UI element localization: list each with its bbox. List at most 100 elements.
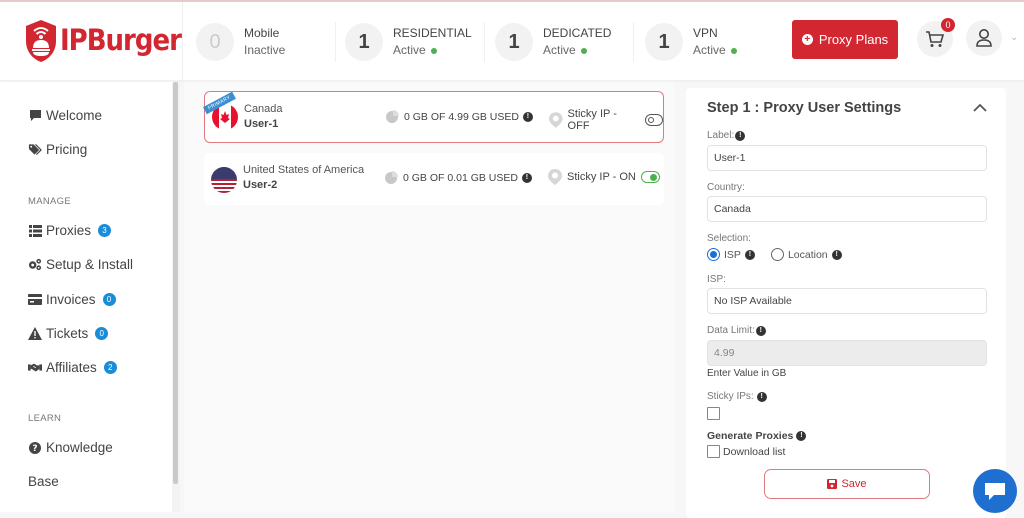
sidebar-item-label: Proxies — [46, 223, 92, 238]
isp-input[interactable] — [707, 288, 987, 314]
sidebar-item-tickets[interactable]: Tickets 0 — [28, 326, 109, 341]
sticky-ip-text: Sticky IP - ON — [567, 171, 636, 183]
stat-divider — [335, 22, 336, 62]
data-limit-text: Data Limit: — [707, 325, 755, 336]
info-icon[interactable]: ! — [521, 172, 532, 183]
proxy-row-user-2[interactable]: United States of America User-2 0 GB OF … — [204, 153, 664, 205]
info-icon[interactable]: ! — [831, 249, 842, 260]
stat-status: Inactive — [244, 42, 285, 59]
save-button[interactable]: Save — [764, 469, 930, 499]
sidebar-item-welcome[interactable]: Welcome — [28, 108, 102, 123]
row-user: User-1 — [244, 118, 279, 130]
data-limit-field-label: Data Limit:! — [707, 325, 766, 336]
comment-icon — [28, 109, 42, 123]
label-input[interactable] — [707, 145, 987, 171]
stat-status-text: Active — [693, 43, 726, 57]
stat-vpn: 1 VPN Active — [645, 20, 737, 64]
user-menu-button[interactable] — [966, 20, 1002, 56]
sticky-ip-status: Sticky IP - ON — [548, 169, 660, 185]
sidebar-item-pricing[interactable]: Pricing — [28, 142, 87, 157]
sidebar-item-setup-install[interactable]: Setup & Install — [28, 257, 133, 272]
sidebar-item-label: Welcome — [46, 108, 103, 123]
chat-widget-button[interactable] — [973, 469, 1017, 513]
row-country: United States of America — [243, 164, 365, 176]
sticky-ip-status: Sticky IP - OFF — [549, 108, 663, 132]
proxy-row-user-1[interactable]: PRIMARY Canada User-1 0 GB OF 4.99 GB US… — [203, 91, 664, 143]
sticky-ip-toggle[interactable] — [640, 171, 660, 183]
stat-status: Active — [393, 42, 472, 59]
scrollbar-thumb[interactable] — [173, 82, 178, 484]
svg-text:?: ? — [32, 444, 37, 454]
sidebar-item-affiliates[interactable]: Affiliates 2 — [28, 360, 117, 375]
logo-text: IPBurger — [60, 24, 182, 58]
sticky-ips-text: Sticky IPs: — [707, 391, 754, 402]
info-icon[interactable]: ! — [756, 391, 767, 402]
stat-status-text: Active — [543, 43, 576, 57]
cart-icon — [926, 31, 945, 47]
generate-proxies-text: Generate Proxies — [707, 430, 794, 442]
list-icon — [28, 224, 42, 238]
chevron-down-icon[interactable]: ⌄ — [1010, 32, 1018, 43]
sticky-ip-toggle[interactable] — [644, 114, 663, 126]
sidebar-item-knowledge-base-cont[interactable]: Base — [28, 474, 59, 489]
info-icon[interactable]: ! — [755, 325, 766, 336]
sidebar-item-knowledge-base[interactable]: ? Knowledge — [28, 440, 113, 455]
handshake-icon — [28, 361, 42, 375]
cart-count-badge: 0 — [941, 18, 955, 32]
sidebar-item-label: Knowledge — [46, 440, 113, 455]
section-label-manage: MANAGE — [28, 196, 71, 207]
sidebar-scrollbar[interactable] — [172, 82, 180, 512]
sidebar-item-label: Setup & Install — [46, 257, 134, 272]
panel-title: Step 1 : Proxy User Settings — [707, 100, 902, 116]
chevron-up-icon[interactable] — [972, 102, 988, 114]
count-badge: 2 — [103, 361, 117, 374]
stat-title: DEDICATED — [543, 26, 612, 40]
country-input[interactable] — [707, 196, 987, 222]
stat-title: VPN — [693, 26, 718, 40]
label-text: Label: — [707, 130, 735, 141]
ipburger-logo[interactable]: IPBurger — [24, 16, 182, 66]
cart-button[interactable]: 0 — [917, 18, 955, 57]
download-list-checkbox[interactable] — [707, 445, 720, 458]
proxy-plans-button[interactable]: + Proxy Plans — [792, 20, 898, 59]
country-field-label: Country: — [707, 182, 745, 193]
section-label-learn: LEARN — [28, 413, 62, 424]
sticky-ip-text: Sticky IP - OFF — [567, 108, 617, 132]
warning-icon — [28, 327, 42, 341]
stat-status-text: Active — [393, 43, 426, 57]
stat-count: 0 — [196, 23, 234, 61]
proxy-user-settings-panel: Step 1 : Proxy User Settings Label:! Cou… — [686, 88, 1006, 518]
plus-circle-icon: + — [801, 34, 813, 45]
credit-card-icon — [28, 293, 42, 307]
info-icon[interactable]: ! — [796, 431, 807, 441]
info-icon[interactable]: ! — [522, 111, 533, 122]
usage-text: 0 GB OF 0.01 GB USED — [403, 171, 518, 184]
info-icon[interactable]: ! — [735, 130, 746, 141]
sidebar-item-label: Invoices — [46, 292, 96, 307]
proxy-plans-label: Proxy Plans — [818, 32, 889, 47]
info-icon[interactable]: ! — [744, 249, 755, 260]
sticky-ips-checkbox[interactable] — [707, 407, 720, 420]
stat-count: 1 — [495, 23, 533, 61]
count-badge: 3 — [98, 224, 112, 237]
selection-field-label: Selection: — [707, 233, 751, 244]
data-limit-hint: Enter Value in GB — [707, 368, 787, 379]
isp-radio-label: ISP — [724, 248, 741, 261]
row-user: User-2 — [243, 179, 278, 191]
data-usage: 0 GB OF 4.99 GB USED ! — [385, 110, 533, 123]
active-dot-icon — [580, 47, 587, 54]
sidebar-item-label: Tickets — [46, 326, 89, 341]
stat-mobile: 0 Mobile Inactive — [196, 20, 285, 64]
stat-status: Active — [543, 42, 611, 59]
location-radio-label: Location — [787, 248, 828, 261]
stat-count: 1 — [645, 23, 683, 61]
sidebar-item-proxies[interactable]: Proxies 3 — [28, 223, 112, 238]
top-header: IPBurger 0 Mobile Inactive 1 RESIDENTIAL… — [0, 0, 1024, 82]
sidebar: Welcome Pricing MANAGE Proxies 3 Setup &… — [0, 82, 172, 512]
isp-radio[interactable] — [707, 248, 720, 261]
tags-icon — [28, 143, 42, 157]
download-list-option[interactable]: Download list — [707, 445, 785, 458]
label-field-label: Label:! — [707, 130, 746, 141]
sidebar-item-invoices[interactable]: Invoices 0 — [28, 292, 116, 307]
location-radio[interactable] — [770, 248, 784, 261]
